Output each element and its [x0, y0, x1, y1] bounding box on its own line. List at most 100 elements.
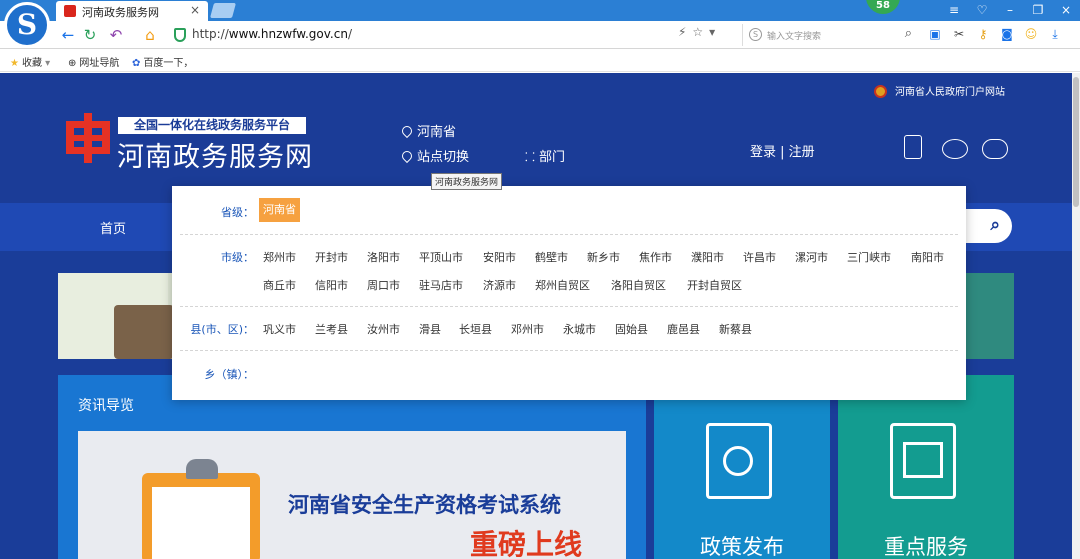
site-logo-icon[interactable] — [66, 113, 110, 163]
exam-system-subtitle: 重磅上线 — [470, 528, 583, 559]
city-option[interactable]: 济源市 — [483, 277, 516, 293]
city-option[interactable]: 新乡市 — [587, 249, 620, 265]
browser-logo-icon[interactable] — [4, 2, 50, 48]
city-option[interactable]: 开封市 — [315, 249, 348, 265]
search-engine-icon[interactable]: S — [749, 28, 762, 41]
browser-titlebar: 河南政务服务网 × 58 ≡ ♡ – ❐ × — [0, 0, 1080, 21]
search-icon[interactable]: ⌕ — [905, 26, 912, 41]
city-option[interactable]: 安阳市 — [483, 249, 516, 265]
city-option[interactable]: 许昌市 — [743, 249, 776, 265]
department-link[interactable]: ⸬ 部门 — [525, 146, 565, 165]
county-option[interactable]: 新蔡县 — [719, 321, 752, 337]
notification-badge[interactable]: 58 — [866, 0, 900, 14]
emoji-icon[interactable]: ☺ — [1022, 25, 1040, 43]
new-tab-button[interactable] — [209, 3, 237, 18]
page-scrollbar[interactable] — [1072, 73, 1080, 559]
bookmark-baidu[interactable]: ✿ 百度一下， — [132, 54, 193, 69]
gov-portal-link[interactable]: 河南省人民政府门户网站 — [874, 83, 1005, 98]
city-option[interactable]: 商丘市 — [263, 277, 296, 293]
city-option[interactable]: 焦作市 — [639, 249, 672, 265]
browser-tab-active[interactable]: 河南政务服务网 × — [56, 1, 208, 21]
bookmarks-bar: ★ 收藏 ▾ ⊕ 网址导航 ✿ 百度一下， — [0, 50, 1080, 72]
minimize-icon[interactable]: – — [996, 0, 1024, 21]
back-arrow-icon[interactable]: ← — [58, 25, 78, 45]
county-option[interactable]: 兰考县 — [315, 321, 348, 337]
county-option[interactable]: 滑县 — [419, 321, 441, 337]
current-region[interactable]: 河南省 — [399, 121, 456, 140]
close-window-icon[interactable]: × — [1052, 0, 1080, 21]
city-option[interactable]: 郑州自贸区 — [535, 277, 590, 293]
clipboard-icon — [142, 473, 260, 559]
location-pin-icon — [399, 123, 415, 139]
url-actions-icons[interactable]: ⚡☆▾ — [678, 25, 721, 39]
county-option[interactable]: 巩义市 — [263, 321, 296, 337]
scissors-icon[interactable]: ✂ — [950, 25, 968, 43]
key-icon[interactable]: ⚷ — [974, 25, 992, 43]
tile-key-services[interactable]: 重点服务 — [838, 375, 1014, 559]
bookmark-url-nav[interactable]: ⊕ 网址导航 — [68, 54, 119, 69]
city-option[interactable]: 郑州市 — [263, 249, 296, 265]
scrollbar-thumb[interactable] — [1073, 77, 1079, 207]
sidebar-icon[interactable]: ▣ — [926, 25, 944, 43]
screenshot-icon[interactable]: ◙ — [998, 25, 1016, 43]
news-feature-image[interactable]: 河南省安全生产资格考试系统 重磅上线 — [78, 431, 626, 559]
city-option[interactable]: 濮阳市 — [691, 249, 724, 265]
restore-icon[interactable]: ❐ — [1024, 0, 1052, 21]
url-text: http://www.hnzwfw.gov.cn/ — [192, 27, 352, 41]
city-option[interactable]: 洛阳自贸区 — [611, 277, 666, 293]
city-option[interactable]: 周口市 — [367, 277, 400, 293]
bookmark-favorites[interactable]: ★ 收藏 ▾ — [10, 54, 50, 69]
divider — [180, 306, 958, 307]
home-icon[interactable]: ⌂ — [140, 25, 160, 45]
city-option[interactable]: 平顶山市 — [419, 249, 463, 265]
document-list-icon — [890, 423, 956, 499]
browser-search-box[interactable]: S 输入文字搜索 ⌕ — [742, 24, 916, 46]
county-option[interactable]: 鹿邑县 — [667, 321, 700, 337]
county-label: 县(市、区)： — [190, 323, 254, 336]
site-name[interactable]: 河南政务服务网 — [117, 135, 313, 174]
skin-icon[interactable]: ♡ — [968, 0, 996, 21]
city-option[interactable]: 信阳市 — [315, 277, 348, 293]
county-option[interactable]: 长垣县 — [459, 321, 492, 337]
county-option[interactable]: 汝州市 — [367, 321, 400, 337]
tile-label: 重点服务 — [884, 535, 968, 559]
refresh-icon[interactable]: ↻ — [80, 25, 100, 45]
mobile-icon[interactable] — [904, 135, 922, 159]
banner-side-art — [966, 273, 1014, 359]
secure-shield-icon — [174, 28, 186, 42]
globe-icon: ⊕ — [68, 58, 77, 69]
menu-icon[interactable]: ≡ — [940, 0, 968, 21]
city-option[interactable]: 驻马店市 — [419, 277, 463, 293]
town-label: 乡（镇）： — [204, 368, 255, 381]
site-header: 河南省人民政府门户网站 全国一体化在线政务服务平台 河南政务服务网 河南省 站点… — [0, 73, 1072, 203]
tooltip: 河南政务服务网 — [431, 173, 503, 190]
tab-close-icon[interactable]: × — [190, 3, 200, 17]
city-option[interactable]: 洛阳市 — [367, 249, 400, 265]
city-option[interactable]: 三门峡市 — [847, 249, 891, 265]
site-switch-link[interactable]: 站点切换 — [399, 146, 469, 165]
city-option[interactable]: 漯河市 — [795, 249, 828, 265]
clipboard-clip-icon — [186, 459, 218, 479]
search-icon: ⌕ — [990, 215, 1000, 235]
county-option[interactable]: 永城市 — [563, 321, 596, 337]
weibo-icon[interactable] — [942, 139, 968, 159]
wechat-icon[interactable] — [982, 139, 1008, 159]
national-emblem-icon — [874, 85, 887, 98]
city-option[interactable]: 开封自贸区 — [687, 277, 742, 293]
download-icon[interactable]: ⤓ — [1046, 25, 1064, 43]
county-option[interactable]: 邓州市 — [511, 321, 544, 337]
province-label: 省级： — [221, 206, 254, 219]
undo-icon[interactable]: ↶ — [106, 25, 126, 45]
banner-book-icon — [114, 305, 174, 359]
province-option-selected[interactable]: 河南省 — [259, 198, 300, 222]
nav-home[interactable]: 首页 — [100, 218, 126, 237]
site-search-button[interactable]: ⌕ — [958, 209, 1012, 243]
city-option[interactable]: 南阳市 — [911, 249, 944, 265]
city-option[interactable]: 鹤壁市 — [535, 249, 568, 265]
login-register-link[interactable]: 登录 | 注册 — [750, 141, 815, 160]
tile-policy-release[interactable]: 政策发布 — [654, 375, 830, 559]
site-favicon-icon — [64, 5, 76, 17]
news-panel: 资讯导览 河南省安全生产资格考试系统 重磅上线 — [58, 375, 646, 559]
county-option[interactable]: 固始县 — [615, 321, 648, 337]
url-field[interactable]: http://www.hnzwfw.gov.cn/ — [168, 24, 732, 46]
